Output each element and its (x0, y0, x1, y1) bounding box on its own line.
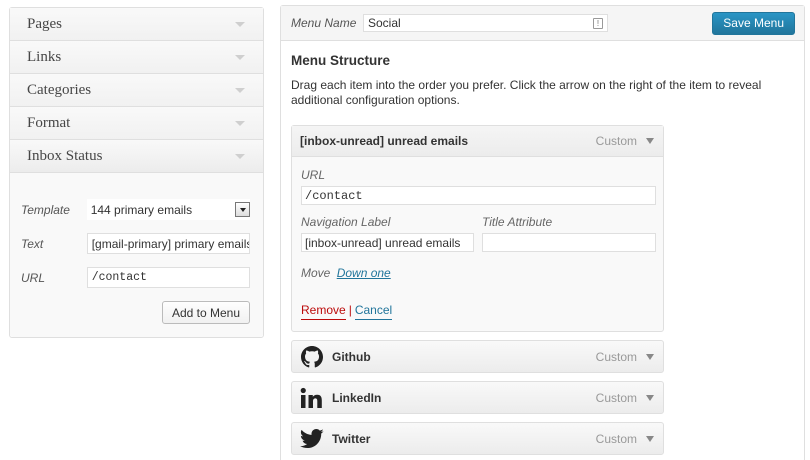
menu-name-label: Menu Name (291, 16, 357, 30)
menu-item-handle[interactable]: LinkedIn Custom (292, 382, 663, 413)
chevron-down-icon (235, 87, 245, 93)
menu-item-title: [inbox-unread] unread emails (300, 134, 469, 148)
menu-item-type: Custom (595, 431, 637, 446)
accordion-label: Format (27, 114, 71, 131)
text-input[interactable]: [gmail-primary] primary emails (86, 233, 250, 254)
menu-structure-description: Drag each item into the order you prefer… (291, 78, 762, 107)
menu-item-inbox-unread[interactable]: [inbox-unread] unread emails Custom URL … (291, 125, 664, 332)
expand-arrow-icon[interactable] (646, 435, 654, 442)
accordion-label: Categories (27, 81, 92, 98)
title-attribute-label: Title Attribute (482, 215, 553, 229)
title-attribute-input[interactable] (482, 233, 656, 252)
action-separator: | (348, 303, 352, 317)
accordion-pages[interactable]: Pages (10, 8, 263, 41)
menu-item-handle[interactable]: Github Custom (292, 341, 663, 372)
chevron-down-icon (235, 21, 245, 27)
accordion-categories[interactable]: Categories (10, 74, 263, 107)
item-actions: Remove | Cancel (301, 303, 654, 320)
move-down-one-link[interactable]: Down one (337, 266, 391, 280)
template-select[interactable]: 144 primary emails (86, 199, 250, 220)
menu-item-type: Custom (595, 390, 637, 405)
navigation-label-input[interactable]: [inbox-unread] unread emails (301, 233, 474, 252)
accordion-label: Inbox Status (27, 147, 103, 164)
template-select-value: 144 primary emails (90, 202, 193, 217)
menu-item-handle[interactable]: Twitter Custom (292, 423, 663, 454)
accordion-label: Links (27, 48, 62, 65)
accordion-links[interactable]: Links (10, 41, 263, 74)
inbox-status-form: Template 144 primary emails Text [gmail-… (10, 173, 263, 337)
url-label: URL (301, 168, 326, 182)
remove-link[interactable]: Remove (301, 303, 346, 320)
github-icon (300, 345, 324, 369)
chevron-down-icon (235, 153, 245, 159)
menu-item-github[interactable]: Github Custom (291, 340, 664, 373)
move-label: Move (301, 266, 331, 280)
url-label: URL (21, 270, 46, 285)
menu-item-type: Custom (595, 349, 637, 364)
accordion-label: Pages (27, 15, 62, 32)
menu-name-value: Social (368, 16, 401, 30)
expand-arrow-icon[interactable] (646, 394, 654, 401)
twitter-icon (300, 427, 324, 451)
expand-arrow-icon[interactable] (646, 138, 654, 144)
move-row: Move Down one (301, 266, 654, 280)
accordion-inbox-status[interactable]: Inbox Status (10, 140, 263, 173)
menu-item-title: Github (332, 349, 371, 364)
menu-item-title: LinkedIn (332, 390, 382, 405)
chevron-down-icon (235, 120, 245, 126)
menu-header: Menu Name Social ! Save Menu (281, 6, 804, 41)
keyboard-icon[interactable]: ! (593, 17, 603, 29)
accordion-format[interactable]: Format (10, 107, 263, 140)
chevron-down-icon (235, 54, 245, 60)
item-url-input[interactable]: /contact (301, 186, 656, 205)
menu-structure-title: Menu Structure (291, 53, 391, 68)
menu-item-settings: URL /contact Navigation Label [inbox-unr… (292, 157, 663, 331)
navigation-label-label: Navigation Label (301, 215, 391, 229)
save-menu-button[interactable]: Save Menu (712, 11, 795, 35)
url-input[interactable]: /contact (86, 267, 250, 288)
template-label: Template (21, 202, 70, 217)
menu-item-twitter[interactable]: Twitter Custom (291, 422, 664, 455)
menu-editor-panel: Menu Name Social ! Save Menu Menu Struct… (280, 5, 805, 460)
menu-item-handle[interactable]: [inbox-unread] unread emails Custom (292, 126, 663, 157)
menu-item-linkedin[interactable]: LinkedIn Custom (291, 381, 664, 414)
linkedin-icon (300, 386, 324, 410)
menu-item-type: Custom (595, 134, 637, 148)
expand-arrow-icon[interactable] (646, 353, 654, 360)
menu-item-title: Twitter (332, 431, 371, 446)
text-label: Text (21, 236, 44, 251)
dropdown-arrow-icon[interactable] (235, 202, 250, 217)
add-to-menu-button[interactable]: Add to Menu (161, 301, 250, 324)
menu-name-input[interactable]: Social ! (363, 14, 608, 32)
add-menu-items-panel: Pages Links Categories Format Inbox Stat… (9, 7, 264, 338)
cancel-link[interactable]: Cancel (354, 303, 393, 320)
